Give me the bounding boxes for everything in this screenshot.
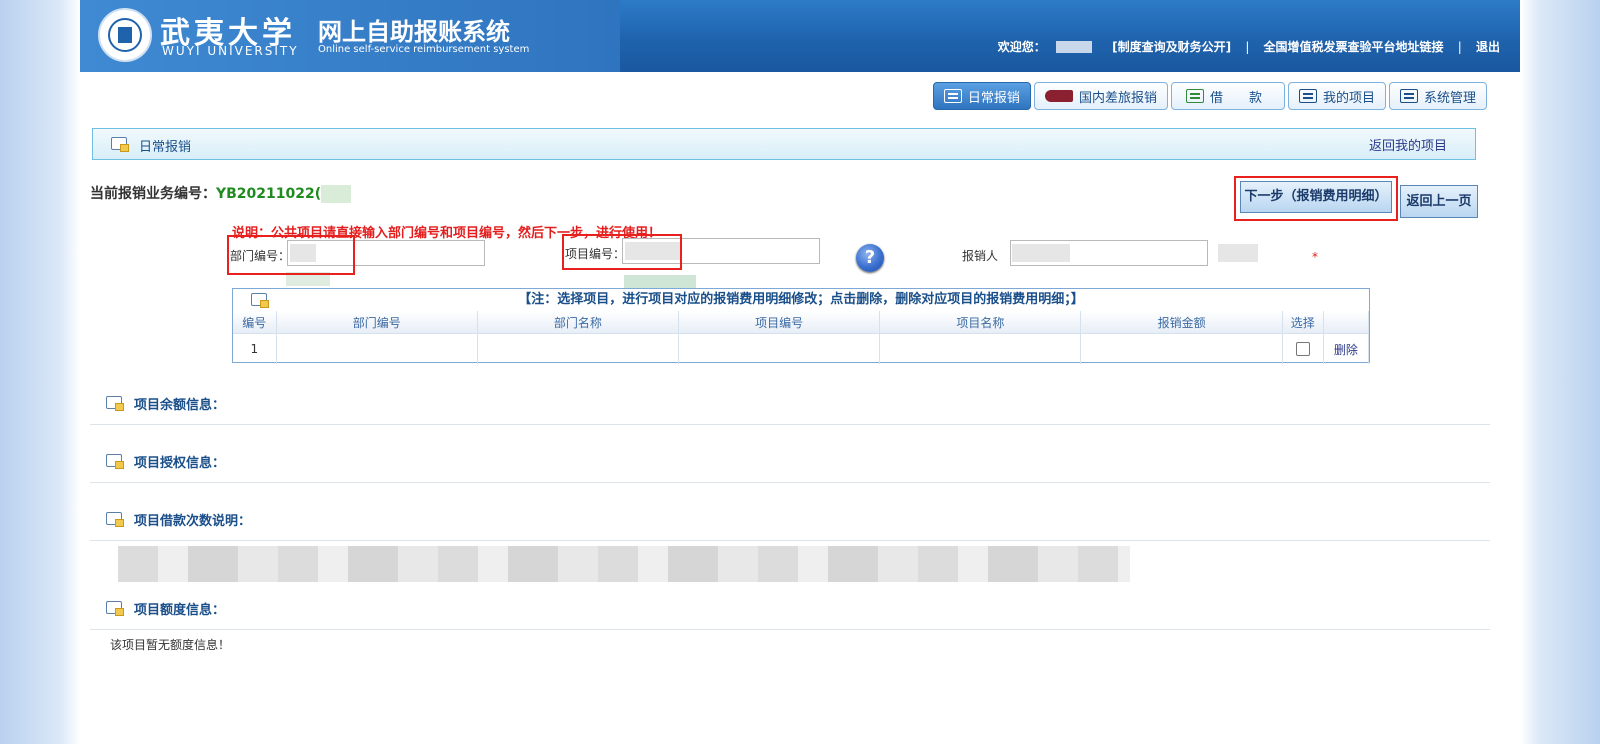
loan-times-section: 项目借款次数说明：: [90, 504, 1490, 541]
tab-system-admin[interactable]: 系统管理: [1388, 82, 1487, 110]
required-mark: *: [1312, 250, 1318, 264]
applicant-label: 报销人: [962, 249, 999, 263]
table-header-row: 编号 部门编号 部门名称 项目编号 项目名称 报销金额 选择: [233, 311, 1370, 334]
cell-no: 1: [233, 333, 277, 364]
col-header: 部门编号: [276, 311, 478, 334]
section-icon: [106, 396, 124, 411]
table-row: 1 删除: [233, 333, 1370, 364]
loan-icon: [1185, 89, 1204, 103]
highlight-box: [562, 234, 682, 270]
policy-link[interactable]: [制度查询及财务公开]: [1112, 38, 1231, 55]
quota-section: 项目额度信息：: [90, 593, 1490, 630]
tab-loan[interactable]: 借 款: [1170, 82, 1285, 110]
computer-icon: [1399, 89, 1418, 103]
section-icon: [111, 137, 129, 152]
business-number: 当前报销业务编号：YB20211022(: [90, 183, 352, 203]
balance-section: 项目余额信息：: [90, 388, 1490, 425]
tab-daily-reimbursement[interactable]: 日常报销: [932, 82, 1031, 110]
document-icon: [943, 89, 962, 103]
col-header: 编号: [233, 311, 277, 334]
university-logo-en: WUYI UNIVERSITY: [162, 44, 299, 58]
tax-invoice-link[interactable]: 全国增值税发票查验平台地址链接: [1264, 38, 1444, 55]
main-nav: 日常报销 国内差旅报销 借 款 我的项目 系统管理: [932, 82, 1487, 110]
project-table: 【注：选择项目，进行项目对应的报销费用明细修改；点击删除，删除对应项目的报销费用…: [232, 288, 1370, 364]
business-number-value: YB20211022(: [216, 186, 322, 202]
train-icon: [1044, 90, 1073, 102]
section-icon: [251, 293, 269, 308]
back-to-my-projects-link[interactable]: 返回我的项目: [1369, 135, 1447, 154]
section-icon: [106, 454, 124, 469]
tab-my-projects[interactable]: 我的项目: [1287, 82, 1386, 110]
next-step-button[interactable]: 下一步（报销费用明细）: [1240, 181, 1392, 213]
system-title: 网上自助报账系统: [318, 18, 510, 46]
university-seal-icon: [98, 8, 152, 62]
col-header: 部门名称: [477, 311, 680, 334]
cell-amount: [1080, 333, 1283, 364]
cell-dept-no: [276, 333, 478, 364]
balance-title: 项目余额信息：: [134, 398, 226, 413]
page: 武夷大学 WUYI UNIVERSITY 网上自助报账系统 Online sel…: [80, 0, 1520, 744]
back-previous-button[interactable]: 返回上一页: [1400, 185, 1478, 218]
section-icon: [106, 601, 124, 616]
col-header: 项目编号: [678, 311, 881, 334]
list-icon: [1298, 89, 1317, 103]
welcome-text: 欢迎您：: [997, 40, 1046, 54]
tab-domestic-travel[interactable]: 国内差旅报销: [1033, 82, 1168, 110]
cell-dept-name: [477, 333, 680, 364]
logout-link[interactable]: 退出: [1476, 38, 1500, 55]
loan-times-title: 项目借款次数说明：: [134, 514, 252, 529]
header-banner: 武夷大学 WUYI UNIVERSITY 网上自助报账系统 Online sel…: [80, 0, 1520, 72]
page-title: 日常报销: [139, 140, 192, 155]
col-header: [1323, 311, 1370, 334]
quota-title: 项目额度信息：: [134, 603, 226, 618]
redacted-text: [118, 546, 1130, 582]
auth-title: 项目授权信息：: [134, 456, 226, 471]
cell-proj-no: [678, 333, 881, 364]
col-header: 选择: [1282, 311, 1324, 334]
auth-section: 项目授权信息：: [90, 446, 1490, 483]
help-icon[interactable]: ?: [856, 244, 884, 272]
col-header: 报销金额: [1080, 311, 1283, 334]
section-titlebar: 日常报销 返回我的项目: [92, 128, 1476, 160]
user-name-redacted: [1055, 40, 1092, 53]
quota-empty-text: 该项目暂无额度信息！: [110, 638, 231, 652]
section-icon: [106, 512, 124, 527]
col-header: 项目名称: [879, 311, 1082, 334]
top-links: 欢迎您： [制度查询及财务公开] | 全国增值税发票查验平台地址链接 | 退出: [997, 38, 1500, 55]
select-checkbox[interactable]: [1295, 342, 1310, 357]
delete-link[interactable]: 删除: [1323, 333, 1370, 364]
system-subtitle: Online self-service reimbursement system: [318, 44, 530, 55]
highlight-box: [227, 235, 355, 275]
cell-proj-name: [879, 333, 1082, 364]
table-caption: 【注：选择项目，进行项目对应的报销费用明细修改；点击删除，删除对应项目的报销费用…: [518, 292, 1084, 307]
